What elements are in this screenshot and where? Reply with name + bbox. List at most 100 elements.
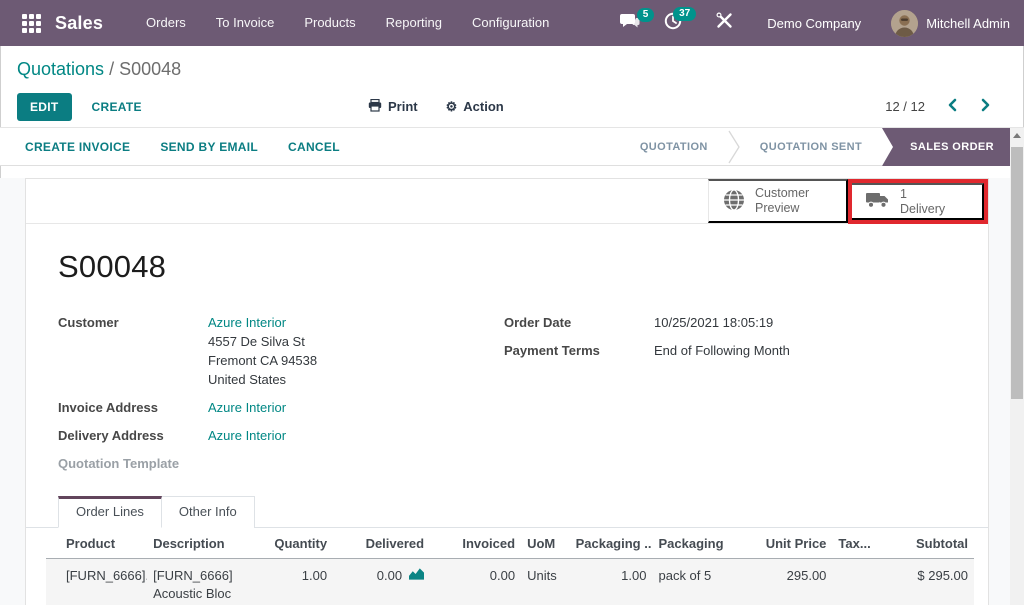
order-date-value: 10/25/2021 18:05:19	[654, 313, 773, 332]
delivery-address-field: Delivery Address Azure Interior	[58, 426, 504, 445]
company-switcher[interactable]: Demo Company	[767, 16, 861, 31]
cell-uom: Units	[521, 559, 570, 605]
order-lines-table: Product Description Quantity Delivered I…	[46, 528, 974, 605]
chevron-right-icon	[981, 98, 991, 115]
app-name[interactable]: Sales	[55, 13, 103, 34]
menu-configuration[interactable]: Configuration	[457, 0, 564, 46]
apps-grid-icon[interactable]	[22, 14, 41, 33]
activities-badge: 37	[673, 7, 696, 21]
cell-quantity: 1.00	[260, 559, 333, 605]
order-date-field: Order Date 10/25/2021 18:05:19	[504, 313, 944, 332]
statusbar: CREATE INVOICE SEND BY EMAIL CANCEL QUOT…	[0, 128, 1024, 166]
top-navbar: Sales Orders To Invoice Products Reporti…	[0, 0, 1024, 46]
col-subtotal: Subtotal	[883, 528, 974, 559]
delivery-count: 1	[900, 187, 907, 201]
activities-button[interactable]: 37	[654, 6, 692, 41]
cell-subtotal: $ 295.00	[883, 559, 974, 605]
delivery-button[interactable]: 1 Delivery	[852, 183, 984, 220]
pager: 12 / 12	[885, 96, 1007, 117]
messages-button[interactable]: 5	[610, 7, 650, 40]
cell-description: [FURN_6666] Acoustic Bloc	[147, 559, 260, 605]
table-header-row: Product Description Quantity Delivered I…	[46, 528, 974, 559]
globe-icon	[723, 189, 745, 214]
col-unit-price: Unit Price	[739, 528, 832, 559]
stage-quotation[interactable]: QUOTATION	[620, 141, 728, 153]
delivery-highlight-box: 1 Delivery	[848, 179, 988, 224]
edit-button[interactable]: EDIT	[17, 93, 72, 121]
scrollbar-up-icon	[1013, 133, 1021, 138]
user-name: Mitchell Admin	[926, 16, 1010, 31]
tab-other-info[interactable]: Other Info	[162, 496, 255, 528]
customer-label: Customer	[58, 313, 208, 389]
breadcrumb-quotations[interactable]: Quotations	[17, 59, 104, 79]
col-invoiced: Invoiced	[430, 528, 521, 559]
stage-sales-order-active[interactable]: SALES ORDER	[882, 128, 1024, 166]
col-delivered: Delivered	[333, 528, 430, 559]
cell-packaging: pack of 5	[652, 559, 739, 605]
payment-terms-label: Payment Terms	[504, 341, 654, 360]
create-invoice-button[interactable]: CREATE INVOICE	[25, 140, 130, 154]
order-title: S00048	[58, 249, 968, 285]
action-button[interactable]: ⚙ Action	[446, 99, 504, 115]
user-menu[interactable]: Mitchell Admin	[891, 10, 1010, 37]
col-uom: UoM	[521, 528, 570, 559]
customer-address-line: Fremont CA 94538	[208, 351, 317, 370]
control-panel: EDIT CREATE Print ⚙ Action 12 / 12	[0, 86, 1024, 127]
invoice-address-label: Invoice Address	[58, 398, 208, 417]
col-description: Description	[147, 528, 260, 559]
order-line-row[interactable]: [FURN_6666]... [FURN_6666] Acoustic Bloc…	[46, 559, 974, 605]
tab-order-lines[interactable]: Order Lines	[58, 496, 162, 528]
stage-quotation-sent[interactable]: QUOTATION SENT	[740, 141, 882, 153]
col-tax: Tax...	[832, 528, 883, 559]
cell-unit-price: 295.00	[739, 559, 832, 605]
cell-invoiced: 0.00	[430, 559, 521, 605]
pager-next-button[interactable]	[979, 96, 993, 117]
gear-icon: ⚙	[446, 99, 458, 115]
cancel-button[interactable]: CANCEL	[288, 140, 340, 154]
menu-products[interactable]: Products	[289, 0, 370, 46]
smart-button-row: Customer Preview	[26, 179, 988, 224]
vertical-scrollbar[interactable]	[1010, 128, 1024, 605]
breadcrumb-separator: /	[109, 59, 114, 79]
delivery-address-label: Delivery Address	[58, 426, 208, 445]
payment-terms-field: Payment Terms End of Following Month	[504, 341, 944, 360]
print-button[interactable]: Print	[368, 99, 418, 115]
order-date-label: Order Date	[504, 313, 654, 332]
cell-tax	[832, 559, 883, 605]
form-sheet: Customer Preview	[25, 178, 989, 605]
col-packaging: Packaging	[652, 528, 739, 559]
scrollbar-thumb[interactable]	[1011, 147, 1023, 399]
tools-button[interactable]	[706, 6, 743, 40]
quotation-template-label: Quotation Template	[58, 454, 504, 473]
payment-terms-value: End of Following Month	[654, 341, 790, 360]
odoo-app-window: Sales Orders To Invoice Products Reporti…	[0, 0, 1024, 605]
delivery-label: Delivery	[900, 202, 945, 216]
pager-previous-button[interactable]	[945, 96, 959, 117]
customer-link[interactable]: Azure Interior	[208, 315, 286, 330]
messages-badge: 5	[637, 8, 655, 22]
customer-address-line: 4557 De Silva St	[208, 332, 317, 351]
scrollbar-up-button[interactable]	[1010, 128, 1024, 142]
printer-icon	[368, 99, 382, 115]
send-by-email-button[interactable]: SEND BY EMAIL	[160, 140, 258, 154]
menu-reporting[interactable]: Reporting	[371, 0, 457, 46]
menu-to-invoice[interactable]: To Invoice	[201, 0, 290, 46]
chevron-left-icon	[947, 98, 957, 115]
col-packaging-qty: Packaging ...	[570, 528, 653, 559]
cell-product: [FURN_6666]...	[46, 559, 147, 605]
cell-packaging-qty: 1.00	[570, 559, 653, 605]
invoice-address-field: Invoice Address Azure Interior	[58, 398, 504, 417]
customer-preview-button[interactable]: Customer Preview	[708, 179, 848, 223]
col-quantity: Quantity	[260, 528, 333, 559]
menu-orders[interactable]: Orders	[131, 0, 201, 46]
pager-value: 12 / 12	[885, 99, 925, 114]
cell-delivered: 0.00	[333, 559, 430, 605]
notebook: Order Lines Other Info Product	[26, 495, 988, 605]
avatar	[891, 10, 918, 37]
tab-bar: Order Lines Other Info	[26, 495, 988, 528]
forecast-area-chart-icon[interactable]	[409, 567, 424, 585]
create-button[interactable]: CREATE	[92, 100, 142, 114]
delivery-address-link[interactable]: Azure Interior	[208, 428, 286, 443]
customer-address-line: United States	[208, 370, 317, 389]
invoice-address-link[interactable]: Azure Interior	[208, 400, 286, 415]
